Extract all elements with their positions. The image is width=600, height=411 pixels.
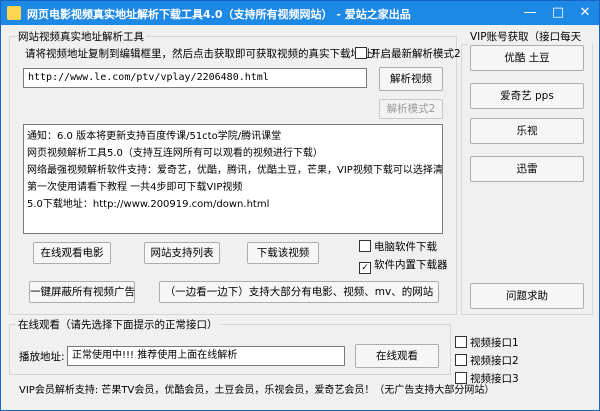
builtin-downloader-checkbox[interactable]: ✓ 软件内置下载器 <box>359 257 448 274</box>
close-button[interactable]: ✕ <box>571 1 599 25</box>
parse-mode2-button[interactable]: 解析模式2 <box>379 99 443 119</box>
instruction-text: 请将视频地址复制到编辑框里，然后点击获取即可获取视频的真实下载地址！ <box>25 48 382 60</box>
download-video-button[interactable]: 下载该视频 <box>247 242 319 264</box>
video-url-input[interactable]: http://www.le.com/ptv/vplay/2206480.html <box>23 68 367 88</box>
online-watch-legend: 在线观看（请先选择下面提示的正常接口） <box>18 319 218 331</box>
notice-line: 第一次使用请看下教程 一共4步即可下载VIP视频 <box>27 182 243 193</box>
interface-2-label: 视频接口2 <box>470 355 519 367</box>
block-ads-button[interactable]: 一键屏蔽所有视频广告 <box>29 281 135 303</box>
vip-youku-tudou-button[interactable]: 优酷 土豆 <box>470 45 584 71</box>
new-mode-label: 开启最新解析模式2 <box>370 48 461 60</box>
notice-line: 通知：6.0 版本将更新支持百度传课/51cto学院/腾讯课堂 <box>27 131 282 142</box>
builtin-downloader-label: 软件内置下载器 <box>374 259 448 271</box>
parse-video-button[interactable]: 解析视频 <box>379 67 443 91</box>
interface-1-checkbox-box[interactable] <box>455 336 467 348</box>
watch-while-download-button[interactable]: （一边看一边下）支持大部分有电影、视频、mv、的网站 <box>159 281 439 303</box>
vip-letv-button[interactable]: 乐视 <box>470 118 584 144</box>
site-list-button[interactable]: 网站支持列表 <box>144 242 220 264</box>
notice-line: 网页视频解析工具5.0（支持互连网所有可以观看的视频进行下载） <box>27 148 323 159</box>
interface-1-label: 视频接口1 <box>470 337 519 349</box>
pc-software-checkbox-box[interactable] <box>359 240 371 252</box>
app-window: 网页电影视频真实地址解析下载工具4.0（支持所有视频网站） - 爱站之家出品 —… <box>0 0 600 411</box>
watch-online-movie-button[interactable]: 在线观看电影 <box>33 242 111 264</box>
notice-line: 5.0下载地址：http://www.200919.com/down.html <box>27 199 270 210</box>
maximize-button[interactable]: □ <box>544 1 572 25</box>
play-address-input[interactable]: 正常使用中!!! 推荐使用上面在线解析 <box>67 346 345 366</box>
parse-group-legend: 网站视频真实地址解析工具 <box>18 31 144 43</box>
interface-1-checkbox[interactable]: 视频接口1 <box>455 335 519 350</box>
play-address-label: 播放地址: <box>19 351 65 363</box>
pc-software-download-label: 电脑软件下载 <box>374 241 437 253</box>
app-icon <box>7 6 21 20</box>
notice-line: 网络最强视频解析软件支持：爱奇艺，优酷，腾讯，优酷土豆，芒果，VIP视频下载可以… <box>27 165 443 176</box>
title-bar[interactable]: 网页电影视频真实地址解析下载工具4.0（支持所有视频网站） - 爱站之家出品 —… <box>1 1 599 25</box>
window-title: 网页电影视频真实地址解析下载工具4.0（支持所有视频网站） - 爱站之家出品 <box>27 8 411 21</box>
builtin-downloader-checkbox-box[interactable]: ✓ <box>359 262 371 274</box>
notice-textarea[interactable]: 通知：6.0 版本将更新支持百度传课/51cto学院/腾讯课堂 网页视频解析工具… <box>23 124 443 234</box>
pc-software-download-checkbox[interactable]: 电脑软件下载 <box>359 239 437 254</box>
help-button[interactable]: 问题求助 <box>470 283 584 309</box>
minimize-button[interactable]: — <box>516 1 544 25</box>
vip-support-footer: VIP会员解析支持: 芒果TV会员，优酷会员，土豆会员，乐视会员，爱奇艺会员！（… <box>19 385 495 396</box>
new-mode-checkbox[interactable]: 开启最新解析模式2 <box>355 46 461 61</box>
new-mode-checkbox-box[interactable] <box>355 47 367 59</box>
vip-xunlei-button[interactable]: 迅雷 <box>470 156 584 182</box>
watch-online-button[interactable]: 在线观看 <box>355 344 439 368</box>
interface-2-checkbox[interactable]: 视频接口2 <box>455 353 519 368</box>
vip-iqiyi-pps-button[interactable]: 爱奇艺 pps <box>470 83 584 109</box>
interface-2-checkbox-box[interactable] <box>455 354 467 366</box>
